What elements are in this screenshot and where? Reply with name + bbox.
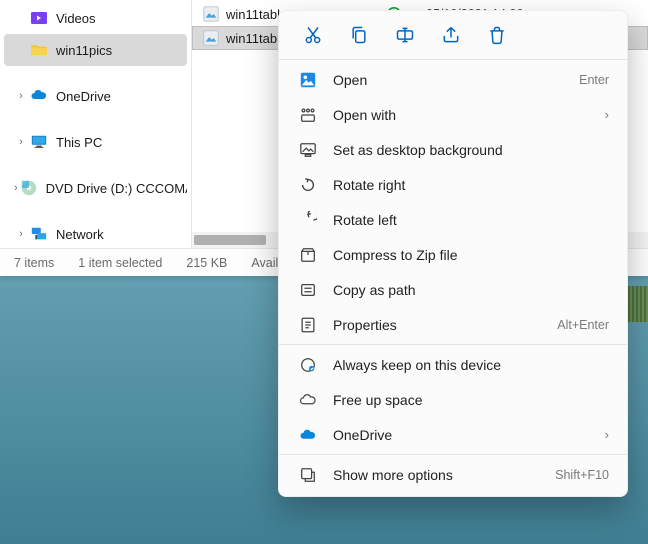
- dvd-icon: [20, 179, 38, 197]
- ctx-label: OneDrive: [333, 427, 595, 443]
- share-button[interactable]: [437, 21, 465, 49]
- ctx-copy-path[interactable]: Copy as path: [279, 272, 627, 307]
- ctx-label: Free up space: [333, 392, 609, 408]
- ctx-always-keep[interactable]: Always keep on this device: [279, 347, 627, 382]
- rotate-left-icon: [297, 211, 319, 229]
- ctx-rotate-left[interactable]: Rotate left: [279, 202, 627, 237]
- status-item-count: 7 items: [14, 256, 54, 270]
- sidebar-item-thispc[interactable]: › This PC: [4, 126, 187, 158]
- copy-button[interactable]: [345, 21, 373, 49]
- share-icon: [441, 25, 461, 45]
- copy-icon: [349, 25, 369, 45]
- scrollbar-thumb[interactable]: [194, 235, 266, 245]
- sidebar-item-dvd[interactable]: › DVD Drive (D:) CCCOMA_X64FRE: [4, 172, 187, 204]
- rotate-right-icon: [297, 176, 319, 194]
- context-separator: [279, 59, 627, 60]
- ctx-show-more[interactable]: Show more options Shift+F10: [279, 457, 627, 492]
- ctx-label: Rotate left: [333, 212, 609, 228]
- sidebar-item-win11pics[interactable]: win11pics: [4, 34, 187, 66]
- ctx-onedrive[interactable]: OneDrive ›: [279, 417, 627, 452]
- ctx-label: Compress to Zip file: [333, 247, 609, 263]
- chevron-right-icon: ›: [605, 427, 609, 442]
- delete-button[interactable]: [483, 21, 511, 49]
- image-file-icon: [202, 5, 220, 23]
- context-menu: Open Enter Open with › Set as desktop ba…: [278, 10, 628, 497]
- image-file-icon: [202, 29, 220, 47]
- ctx-properties[interactable]: Properties Alt+Enter: [279, 307, 627, 342]
- cloud-icon: [297, 391, 319, 409]
- sidebar-item-onedrive[interactable]: › OneDrive: [4, 80, 187, 112]
- ctx-label: Properties: [333, 317, 547, 333]
- nav-sidebar: Videos win11pics › OneDrive ›: [0, 0, 192, 248]
- open-with-icon: [297, 106, 319, 124]
- sidebar-label: This PC: [56, 135, 102, 150]
- cut-icon: [303, 25, 323, 45]
- onedrive-icon: [297, 426, 319, 444]
- ctx-label: Copy as path: [333, 282, 609, 298]
- thispc-icon: [30, 133, 48, 151]
- rename-icon: [395, 25, 415, 45]
- sidebar-label: win11pics: [56, 43, 112, 58]
- sidebar-label: Videos: [56, 11, 96, 26]
- expand-chevron-icon[interactable]: ›: [14, 90, 28, 102]
- keep-device-icon: [297, 356, 319, 374]
- delete-icon: [487, 25, 507, 45]
- expand-chevron-icon[interactable]: ›: [14, 228, 28, 240]
- zip-icon: [297, 246, 319, 264]
- ctx-shortcut: Shift+F10: [555, 468, 609, 482]
- ctx-label: Open with: [333, 107, 595, 123]
- context-separator: [279, 454, 627, 455]
- chevron-right-icon: ›: [605, 107, 609, 122]
- properties-icon: [297, 316, 319, 334]
- sidebar-item-network[interactable]: › Network: [4, 218, 187, 250]
- expand-chevron-icon[interactable]: ›: [14, 182, 18, 194]
- ctx-compress-zip[interactable]: Compress to Zip file: [279, 237, 627, 272]
- sidebar-label: DVD Drive (D:) CCCOMA_X64FRE: [46, 181, 187, 196]
- ctx-label: Always keep on this device: [333, 357, 609, 373]
- folder-icon: [30, 41, 48, 59]
- onedrive-icon: [30, 87, 48, 105]
- ctx-label: Set as desktop background: [333, 142, 609, 158]
- ctx-open-with[interactable]: Open with ›: [279, 97, 627, 132]
- rename-button[interactable]: [391, 21, 419, 49]
- ctx-set-background[interactable]: Set as desktop background: [279, 132, 627, 167]
- context-icon-bar: [279, 17, 627, 57]
- expand-chevron-icon[interactable]: ›: [14, 136, 28, 148]
- sidebar-item-videos[interactable]: Videos: [4, 2, 187, 34]
- videos-icon: [30, 9, 48, 27]
- ctx-free-space[interactable]: Free up space: [279, 382, 627, 417]
- ctx-rotate-right[interactable]: Rotate right: [279, 167, 627, 202]
- ctx-label: Rotate right: [333, 177, 609, 193]
- cut-button[interactable]: [299, 21, 327, 49]
- show-more-icon: [297, 466, 319, 484]
- ctx-label: Open: [333, 72, 569, 88]
- network-icon: [30, 225, 48, 243]
- context-separator: [279, 344, 627, 345]
- ctx-open[interactable]: Open Enter: [279, 62, 627, 97]
- status-size: 215 KB: [186, 256, 227, 270]
- desktop-bg-icon: [297, 141, 319, 159]
- ctx-label: Show more options: [333, 467, 545, 483]
- sidebar-label: OneDrive: [56, 89, 111, 104]
- sidebar-label: Network: [56, 227, 104, 242]
- status-selection: 1 item selected: [78, 256, 162, 270]
- ctx-shortcut: Alt+Enter: [557, 318, 609, 332]
- copy-path-icon: [297, 281, 319, 299]
- ctx-shortcut: Enter: [579, 73, 609, 87]
- open-icon: [297, 71, 319, 89]
- status-disk: Avail: [251, 256, 278, 270]
